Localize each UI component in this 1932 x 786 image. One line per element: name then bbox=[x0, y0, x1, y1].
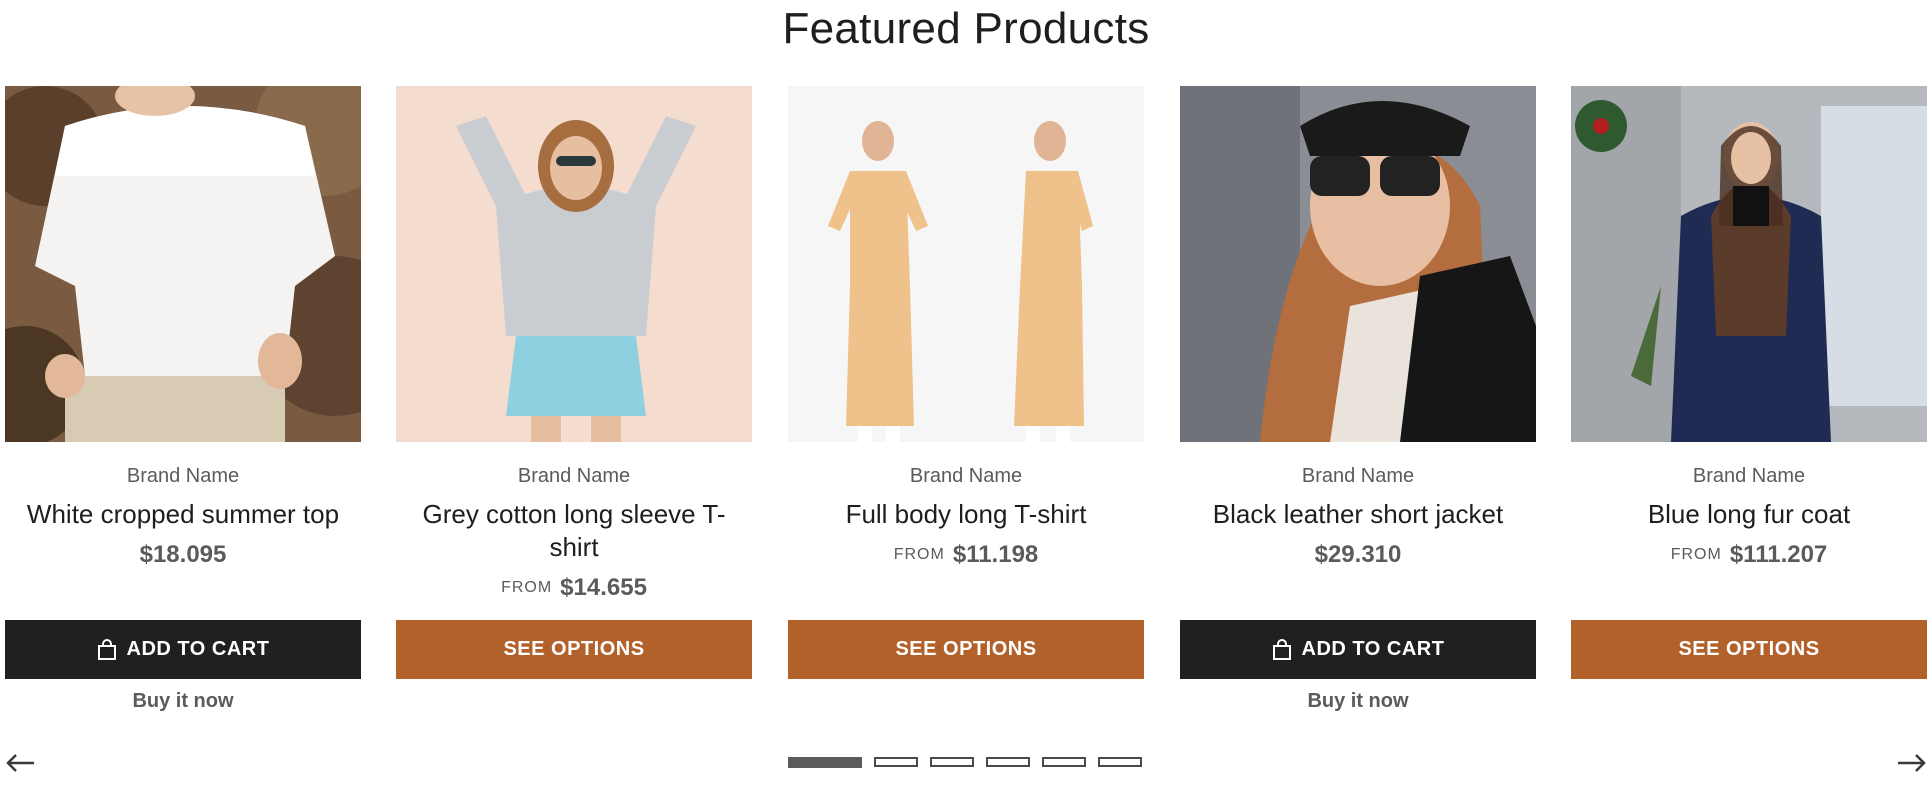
shopping-bag-icon bbox=[97, 638, 117, 661]
product-image[interactable] bbox=[5, 86, 361, 442]
product-price: $111.207 bbox=[1729, 541, 1828, 568]
buy-it-now-link[interactable]: Buy it now bbox=[1180, 690, 1536, 713]
product-image[interactable] bbox=[1571, 86, 1927, 442]
product-name[interactable]: White cropped summer top bbox=[5, 498, 361, 531]
product-card[interactable]: Brand Name Full body long T-shirt FROM $1… bbox=[788, 86, 1144, 571]
product-name[interactable]: Black leather short jacket bbox=[1180, 498, 1536, 531]
product-name[interactable]: Blue long fur coat bbox=[1571, 498, 1927, 531]
see-options-button[interactable]: SEE OPTIONS bbox=[396, 620, 752, 679]
product-image[interactable] bbox=[788, 86, 1144, 442]
product-card[interactable]: Brand Name Grey cotton long sleeve T-shi… bbox=[396, 86, 752, 604]
product-card[interactable]: Brand Name Blue long fur coat FROM $111.2… bbox=[1571, 86, 1927, 571]
buy-it-now-link[interactable]: Buy it now bbox=[5, 690, 361, 713]
product-price-row: FROM $11.198 bbox=[788, 539, 1144, 571]
product-price: $11.198 bbox=[952, 541, 1039, 568]
price-from-label: FROM bbox=[501, 579, 553, 596]
product-card[interactable]: Brand Name White cropped summer top $18.… bbox=[5, 86, 361, 571]
product-name[interactable]: Full body long T-shirt bbox=[788, 498, 1144, 531]
product-brand: Brand Name bbox=[126, 465, 240, 487]
product-price: $18.095 bbox=[139, 541, 227, 568]
arrow-right-icon[interactable] bbox=[1894, 750, 1928, 776]
product-brand: Brand Name bbox=[517, 465, 631, 487]
product-price-row: $29.310 bbox=[1180, 539, 1536, 571]
product-image[interactable] bbox=[1180, 86, 1536, 442]
add-to-cart-label: ADD TO CART bbox=[1301, 638, 1445, 660]
pagination-dot-6[interactable] bbox=[1098, 757, 1142, 767]
product-brand: Brand Name bbox=[1692, 465, 1806, 487]
see-options-button[interactable]: SEE OPTIONS bbox=[1571, 620, 1927, 679]
shopping-bag-icon bbox=[1272, 638, 1292, 661]
product-price: $29.310 bbox=[1314, 541, 1402, 568]
product-name[interactable]: Grey cotton long sleeve T-shirt bbox=[396, 498, 752, 564]
pagination-dot-4[interactable] bbox=[986, 757, 1030, 767]
see-options-button[interactable]: SEE OPTIONS bbox=[788, 620, 1144, 679]
product-price-row: FROM $111.207 bbox=[1571, 539, 1927, 571]
product-brand: Brand Name bbox=[909, 465, 1023, 487]
add-to-cart-button[interactable]: ADD TO CART bbox=[5, 620, 361, 679]
pagination-dot-2[interactable] bbox=[874, 757, 918, 767]
product-image[interactable] bbox=[396, 86, 752, 442]
section-title: Featured Products bbox=[782, 4, 1150, 53]
product-card[interactable]: Brand Name Black leather short jacket $2… bbox=[1180, 86, 1536, 571]
add-to-cart-label: ADD TO CART bbox=[126, 638, 270, 660]
product-price-row: FROM $14.655 bbox=[396, 572, 752, 604]
pagination-dot-5[interactable] bbox=[1042, 757, 1086, 767]
product-price: $14.655 bbox=[560, 574, 647, 601]
price-from-label: FROM bbox=[893, 546, 945, 563]
add-to-cart-button[interactable]: ADD TO CART bbox=[1180, 620, 1536, 679]
price-from-label: FROM bbox=[1670, 546, 1722, 563]
pagination-dot-3[interactable] bbox=[930, 757, 974, 767]
product-brand: Brand Name bbox=[1301, 465, 1415, 487]
product-price-row: $18.095 bbox=[5, 539, 361, 571]
arrow-left-icon[interactable] bbox=[4, 750, 38, 776]
pagination-dot-1[interactable] bbox=[788, 757, 862, 768]
